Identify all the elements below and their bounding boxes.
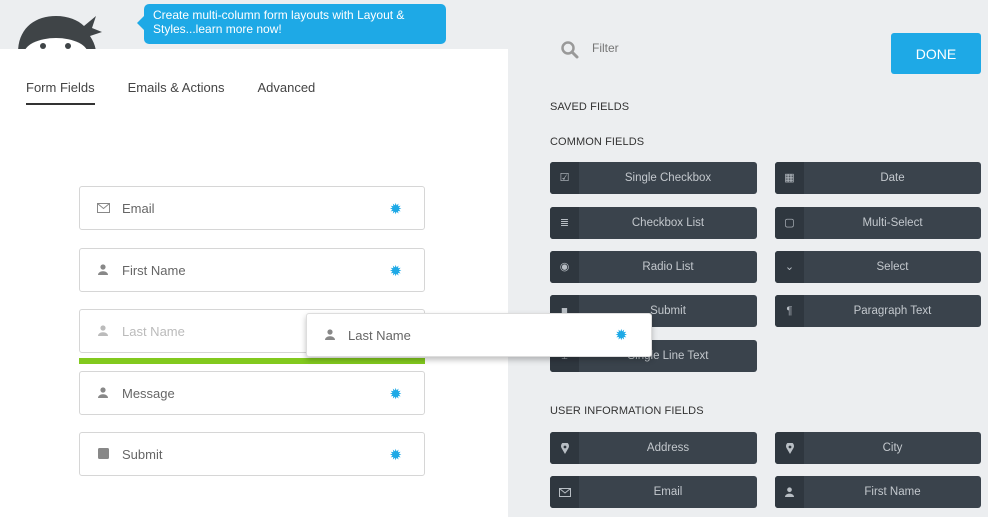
user-icon xyxy=(323,329,337,343)
field-label: Last Name xyxy=(122,324,185,339)
gear-icon[interactable]: ✹ xyxy=(615,326,628,344)
field-button-label: Email xyxy=(653,486,683,498)
radio-icon: ◉ xyxy=(550,251,579,283)
tab-emails-actions[interactable]: Emails & Actions xyxy=(128,80,225,105)
field-button-address[interactable]: Address xyxy=(550,432,757,464)
field-button-radio-list[interactable]: ◉ Radio List xyxy=(550,251,757,283)
field-button-label: Multi-Select xyxy=(862,217,923,229)
search-icon xyxy=(560,40,580,60)
map-marker-icon xyxy=(550,432,579,464)
done-button[interactable]: DONE xyxy=(891,33,981,74)
square-icon xyxy=(96,448,110,462)
field-button-first-name[interactable]: First Name xyxy=(775,476,981,508)
field-button-label: Address xyxy=(646,442,690,454)
field-button-label: Date xyxy=(880,172,905,184)
field-button-label: Single Checkbox xyxy=(624,172,712,184)
ninja-logo-icon xyxy=(10,8,102,49)
drop-indicator xyxy=(79,358,425,364)
dragging-field-last-name[interactable]: Last Name ✹ xyxy=(306,313,652,357)
field-label: Message xyxy=(122,386,175,401)
field-label: Email xyxy=(122,201,155,216)
field-button-select[interactable]: ⌄ Select xyxy=(775,251,981,283)
list-icon: ≣ xyxy=(550,207,579,239)
form-field-submit[interactable]: Submit ✹ xyxy=(79,432,425,476)
field-button-label: First Name xyxy=(864,486,921,498)
field-button-label: Checkbox List xyxy=(631,217,705,229)
section-common-fields[interactable]: COMMON FIELDS xyxy=(550,136,644,148)
user-icon xyxy=(775,476,804,508)
field-button-email[interactable]: Email xyxy=(550,476,757,508)
checkbox-icon: ☑ xyxy=(550,162,579,194)
calendar-icon: ▦ xyxy=(775,162,804,194)
map-marker-icon xyxy=(775,432,804,464)
form-field-email[interactable]: Email ✹ xyxy=(79,186,425,230)
field-button-date[interactable]: ▦ Date xyxy=(775,162,981,194)
section-saved-fields[interactable]: SAVED FIELDS xyxy=(550,101,629,113)
field-button-label: City xyxy=(882,442,903,454)
field-button-single-checkbox[interactable]: ☑ Single Checkbox xyxy=(550,162,757,194)
filter-input[interactable] xyxy=(590,40,794,56)
section-user-information-fields[interactable]: USER INFORMATION FIELDS xyxy=(550,405,704,417)
user-icon xyxy=(96,264,110,278)
envelope-icon xyxy=(550,476,579,508)
field-button-city[interactable]: City xyxy=(775,432,981,464)
gear-icon[interactable]: ✹ xyxy=(389,385,402,403)
form-field-message[interactable]: Message ✹ xyxy=(79,371,425,415)
field-label: Submit xyxy=(122,447,163,462)
gear-icon[interactable]: ✹ xyxy=(389,200,402,218)
field-label: Last Name xyxy=(348,328,411,343)
promo-tooltip-text: Create multi-column form layouts with La… xyxy=(153,8,405,36)
user-icon xyxy=(96,325,110,339)
envelope-icon xyxy=(96,202,110,216)
promo-tooltip[interactable]: Create multi-column form layouts with La… xyxy=(137,4,446,44)
filter-bar xyxy=(560,38,860,66)
gear-icon[interactable]: ✹ xyxy=(389,446,402,464)
field-button-paragraph-text[interactable]: ¶ Paragraph Text xyxy=(775,295,981,327)
gear-icon[interactable]: ✹ xyxy=(389,262,402,280)
field-button-label: Radio List xyxy=(642,261,694,273)
field-button-multi-select[interactable]: ▢ Multi-Select xyxy=(775,207,981,239)
field-button-label: Paragraph Text xyxy=(853,305,932,317)
square-outline-icon: ▢ xyxy=(775,207,804,239)
tab-form-fields[interactable]: Form Fields xyxy=(26,80,95,105)
field-label: First Name xyxy=(122,263,186,278)
builder-tabs: Form Fields Emails & Actions Advanced xyxy=(26,80,348,105)
form-field-first-name[interactable]: First Name ✹ xyxy=(79,248,425,292)
tab-advanced[interactable]: Advanced xyxy=(257,80,315,105)
field-button-label: Select xyxy=(876,261,909,273)
user-icon xyxy=(96,387,110,401)
chevron-down-icon: ⌄ xyxy=(775,251,804,283)
field-button-checkbox-list[interactable]: ≣ Checkbox List xyxy=(550,207,757,239)
paragraph-icon: ¶ xyxy=(775,295,804,327)
